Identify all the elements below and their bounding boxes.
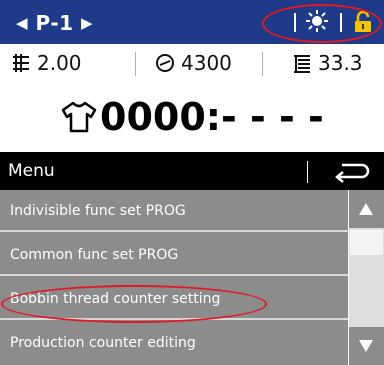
menu-item-label: Indivisible func set PROG [10,203,186,219]
stat-divider [135,52,136,76]
highlight-annotation [1,285,267,323]
menu-item[interactable]: Common func set PROG [0,234,348,276]
stitch-pitch-value: 2.00 [37,51,82,75]
triangle-down-icon [359,340,373,352]
menu-title: Menu [8,161,55,181]
stat-divider [262,52,263,76]
program-label: P-1 [35,11,74,35]
menu-item[interactable]: Production counter editing [0,322,348,364]
scroll-up-button[interactable] [349,190,384,228]
triangle-up-icon [359,203,373,215]
menu-item-label: Production counter editing [10,335,196,351]
scroll-down-button[interactable] [349,327,384,365]
return-arrow-icon[interactable] [322,156,378,186]
production-counter: 0000:- - - - [60,95,324,139]
stitch-pitch-icon [13,54,29,72]
counter-value: 0000:- - - - [100,95,324,139]
menu-header: Menu [0,152,384,190]
program-bar: ◀ P-1 ▶ [0,0,384,44]
menu-list: Indivisible func set PROG Common func se… [0,190,348,365]
sewing-speed-value: 4300 [181,51,232,75]
program-selector[interactable]: ◀ P-1 ▶ [16,11,93,35]
scroll-thumb[interactable] [350,230,383,255]
menu-scrollbar[interactable] [349,190,384,365]
stitch-pitch[interactable]: 2.00 [11,51,82,75]
thread-tension-value: 33.3 [318,51,363,75]
thread-tension[interactable]: 33.3 [292,51,363,75]
menu-header-divider [307,161,308,183]
sewing-speed[interactable]: 4300 [155,51,232,75]
menu-item-label: Common func set PROG [10,247,179,263]
shirt-icon [61,101,97,133]
next-program-icon[interactable]: ▶ [81,14,93,32]
thread-tension-icon [294,55,310,73]
menu-item[interactable]: Indivisible func set PROG [0,190,348,232]
prev-program-icon[interactable]: ◀ [16,14,28,32]
highlight-annotation [262,4,382,43]
speed-gauge-icon [156,54,174,72]
